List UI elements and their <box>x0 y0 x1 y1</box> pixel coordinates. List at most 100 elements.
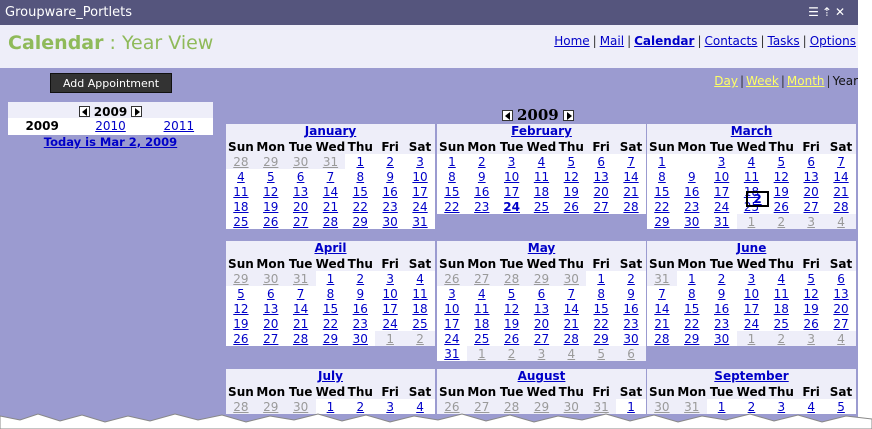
day-link[interactable]: 9 <box>356 287 364 301</box>
day-link[interactable]: 30 <box>684 215 699 229</box>
day-link[interactable]: 16 <box>353 302 368 316</box>
day-link[interactable]: 3 <box>508 155 516 169</box>
day-link[interactable]: 10 <box>744 287 759 301</box>
day-link[interactable]: 14 <box>323 185 338 199</box>
day-link[interactable]: 23 <box>353 317 368 331</box>
day-link[interactable]: 12 <box>233 302 248 316</box>
day-link[interactable]: 29 <box>323 332 338 346</box>
adjacent-day-link[interactable]: 1 <box>386 332 394 346</box>
month-name-link[interactable]: September <box>714 369 788 383</box>
day-link[interactable]: 15 <box>444 185 459 199</box>
adjacent-day-link[interactable]: 4 <box>567 347 575 361</box>
nav-link-home[interactable]: Home <box>554 34 589 48</box>
day-link[interactable]: 30 <box>714 332 729 346</box>
prev-year-icon[interactable] <box>502 109 513 121</box>
day-link[interactable]: 10 <box>504 170 519 184</box>
mini-year-link-2011[interactable]: 2011 <box>164 119 195 133</box>
add-appointment-button[interactable]: Add Appointment <box>50 73 172 93</box>
day-link[interactable]: 30 <box>383 215 398 229</box>
day-link[interactable]: 31 <box>444 347 459 361</box>
day-link[interactable]: 26 <box>804 317 819 331</box>
day-link[interactable]: 26 <box>263 215 278 229</box>
day-link[interactable]: 27 <box>833 317 848 331</box>
day-link[interactable]: 5 <box>777 155 785 169</box>
day-link[interactable]: 12 <box>263 185 278 199</box>
day-link[interactable]: 16 <box>623 302 638 316</box>
day-link[interactable]: 2 <box>356 272 364 286</box>
day-link[interactable]: 21 <box>564 317 579 331</box>
day-link[interactable]: 27 <box>263 332 278 346</box>
day-link[interactable]: 11 <box>534 170 549 184</box>
day-link[interactable]: 2 <box>718 272 726 286</box>
adjacent-day-link[interactable]: 31 <box>654 272 669 286</box>
day-link[interactable]: 24 <box>412 200 427 214</box>
day-link[interactable]: 22 <box>353 200 368 214</box>
day-link[interactable]: 14 <box>564 302 579 316</box>
adjacent-day-link[interactable]: 2 <box>416 332 424 346</box>
day-link[interactable]: 12 <box>804 287 819 301</box>
view-week-link[interactable]: Week <box>746 74 779 88</box>
day-link[interactable]: 2 <box>627 272 635 286</box>
adjacent-day-link[interactable]: 30 <box>263 272 278 286</box>
day-link[interactable]: 6 <box>837 272 845 286</box>
up-icon[interactable]: ⇡ <box>822 5 835 19</box>
day-link[interactable]: 4 <box>478 287 486 301</box>
day-link[interactable]: 8 <box>356 170 364 184</box>
adjacent-day-link[interactable]: 29 <box>233 272 248 286</box>
day-link[interactable]: 10 <box>383 287 398 301</box>
day-link[interactable]: 6 <box>297 170 305 184</box>
day-link[interactable]: 28 <box>323 215 338 229</box>
day-link[interactable]: 28 <box>654 332 669 346</box>
day-link[interactable]: 20 <box>293 200 308 214</box>
adjacent-day-link[interactable]: 3 <box>538 347 546 361</box>
day-link[interactable]: 19 <box>504 317 519 331</box>
day-link[interactable]: 18 <box>233 200 248 214</box>
day-link[interactable]: 11 <box>412 287 427 301</box>
day-link[interactable]: 7 <box>567 287 575 301</box>
day-link[interactable]: 19 <box>564 185 579 199</box>
day-link[interactable]: 13 <box>534 302 549 316</box>
day-link[interactable]: 18 <box>474 317 489 331</box>
day-link[interactable]: 28 <box>623 200 638 214</box>
day-link[interactable]: 28 <box>564 332 579 346</box>
day-link[interactable]: 1 <box>688 272 696 286</box>
adjacent-day-link[interactable]: 29 <box>534 272 549 286</box>
view-month-link[interactable]: Month <box>787 74 825 88</box>
adjacent-day-link[interactable]: 27 <box>474 272 489 286</box>
day-link[interactable]: 19 <box>233 317 248 331</box>
day-link[interactable]: 3 <box>448 287 456 301</box>
day-link[interactable]: 15 <box>323 302 338 316</box>
day-link[interactable]: 27 <box>293 215 308 229</box>
day-link[interactable]: 5 <box>508 287 516 301</box>
day-link[interactable]: 15 <box>353 185 368 199</box>
day-link[interactable]: 14 <box>623 170 638 184</box>
close-icon[interactable]: ✕ <box>835 5 848 19</box>
day-link[interactable]: 19 <box>804 302 819 316</box>
nav-link-options[interactable]: Options <box>810 34 856 48</box>
day-link[interactable]: 8 <box>327 287 335 301</box>
day-link[interactable]: 7 <box>297 287 305 301</box>
day-link[interactable]: 14 <box>293 302 308 316</box>
day-link[interactable]: 11 <box>474 302 489 316</box>
mini-next-year-icon[interactable] <box>131 106 143 117</box>
day-link[interactable]: 9 <box>688 170 696 184</box>
day-link[interactable]: 1 <box>658 155 666 169</box>
adjacent-day-link[interactable]: 6 <box>627 347 635 361</box>
day-link[interactable]: 22 <box>444 200 459 214</box>
day-link[interactable]: 17 <box>504 185 519 199</box>
day-link[interactable]: 6 <box>538 287 546 301</box>
day-link[interactable]: 30 <box>623 332 638 346</box>
day-link[interactable]: 14 <box>654 302 669 316</box>
adjacent-day-link[interactable]: 3 <box>807 215 815 229</box>
day-link[interactable]: 4 <box>237 170 245 184</box>
day-link[interactable]: 1 <box>327 272 335 286</box>
day-link[interactable]: 13 <box>804 170 819 184</box>
day-link[interactable]: 23 <box>383 200 398 214</box>
day-link[interactable]: 18 <box>412 302 427 316</box>
day-link[interactable]: 4 <box>777 272 785 286</box>
month-name-link[interactable]: January <box>305 124 357 138</box>
day-link[interactable]: 10 <box>444 302 459 316</box>
day-link[interactable]: 5 <box>807 272 815 286</box>
day-link[interactable]: 27 <box>594 200 609 214</box>
day-link[interactable]: 4 <box>416 272 424 286</box>
